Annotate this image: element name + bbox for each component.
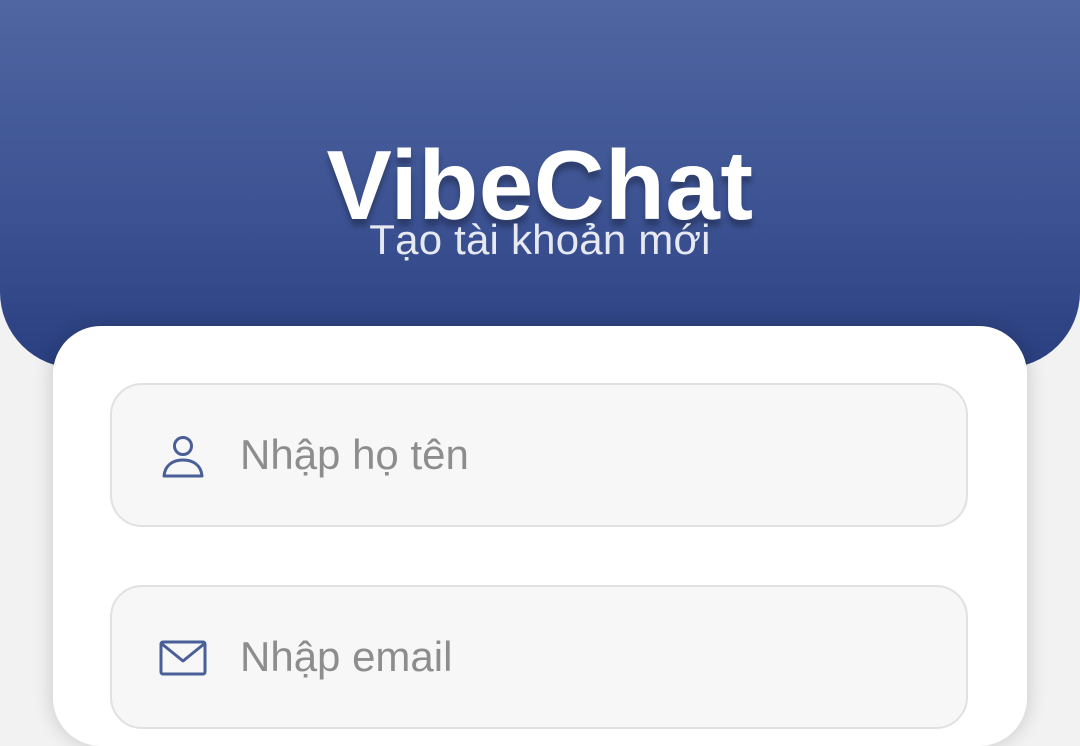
register-form-card: [53, 326, 1027, 746]
full-name-field[interactable]: [110, 383, 968, 527]
envelope-icon: [158, 633, 208, 683]
user-icon: [158, 431, 208, 481]
email-input[interactable]: [240, 587, 930, 727]
email-field[interactable]: [110, 585, 968, 729]
app-header: VibeChat Tạo tài khoản mới: [0, 0, 1080, 368]
page-subtitle: Tạo tài khoản mới: [369, 216, 711, 263]
full-name-input[interactable]: [240, 385, 930, 525]
